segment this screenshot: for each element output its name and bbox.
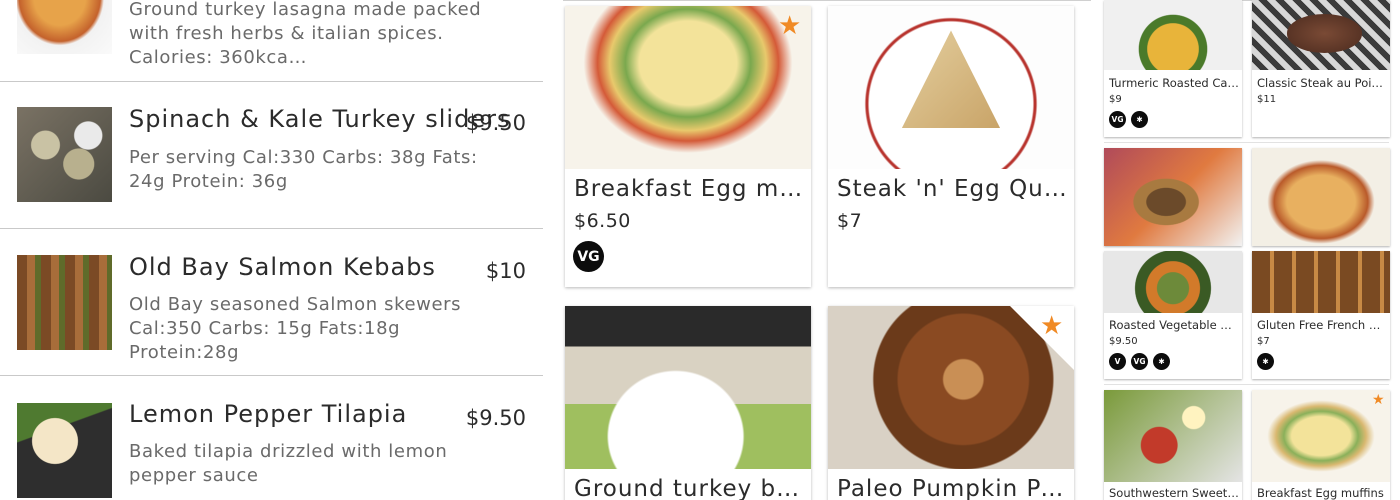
item-title: Old Bay Salmon Kebabs — [129, 253, 436, 281]
card-price: $6.50 — [574, 210, 631, 232]
vg-badge-icon: VG — [1131, 353, 1148, 370]
star-icon: ★ — [778, 11, 802, 41]
grid-card-title: Breakfast Egg muffins — [1257, 486, 1384, 500]
grid-card-title: Classic Steak au Poiv… — [1257, 76, 1387, 90]
item-title: Lemon Pepper Tilapia — [129, 400, 408, 428]
veggie-burger-photo — [1104, 148, 1242, 246]
egg-muffins-photo — [565, 6, 811, 169]
product-card[interactable]: ★ Breakfast Egg muffins $6.50 VG — [565, 6, 811, 287]
grid-card[interactable] — [1252, 148, 1390, 246]
star-icon: ★ — [1040, 311, 1064, 341]
gluten-free-icon: ✱ — [1257, 353, 1274, 370]
lasagna-photo — [17, 0, 112, 54]
list-item[interactable]: Old Bay Salmon Kebabs $10 Old Bay season… — [0, 229, 543, 375]
lasagna-photo — [1252, 148, 1390, 246]
grid-card-price: $7 — [1257, 336, 1270, 347]
quesadilla-photo — [828, 6, 1074, 169]
product-card[interactable]: Ground turkey breakf… — [565, 306, 811, 500]
list-item[interactable]: Lemon Pepper Tilapia $9.50 Baked tilapia… — [0, 376, 543, 500]
tilapia-photo — [17, 403, 112, 498]
product-card[interactable]: ★ Paleo Pumpkin Panc… — [828, 306, 1074, 500]
salmon-kebabs-photo — [17, 255, 112, 350]
grid-card[interactable]: Classic Steak au Poiv… $11 — [1252, 0, 1390, 137]
section-top-border — [563, 0, 1091, 1]
gluten-free-icon: ✱ — [1131, 111, 1148, 128]
roasted-vegetable-bowl-photo — [1104, 251, 1242, 313]
grid-card-price: $9.50 — [1109, 336, 1138, 347]
row-divider — [1104, 142, 1389, 143]
grid-card-title: Roasted Vegetable B… — [1109, 318, 1239, 332]
grid-card[interactable]: Roasted Vegetable B… $9.50 V VG ✱ — [1104, 251, 1242, 379]
card-title: Breakfast Egg muffins — [574, 176, 804, 202]
egg-muffins-photo — [1252, 390, 1390, 482]
list-item[interactable]: Ground turkey lasagna made packed with f… — [0, 0, 543, 81]
grid-card-title: Turmeric Roasted Ca… — [1109, 76, 1239, 90]
item-description: Ground turkey lasagna made packed with f… — [129, 0, 482, 68]
grid-card[interactable] — [1104, 148, 1242, 246]
list-item[interactable]: Spinach & Kale Turkey sliders $9.50 Per … — [0, 82, 543, 228]
grid-card[interactable]: ★ Breakfast Egg muffins — [1252, 390, 1390, 500]
turmeric-cauliflower-photo — [1104, 0, 1242, 70]
row-divider — [1104, 384, 1389, 385]
card-title: Ground turkey breakf… — [574, 476, 804, 500]
grid-card[interactable]: Gluten Free French T… $7 ✱ — [1252, 251, 1390, 379]
french-toast-photo — [1252, 251, 1390, 313]
turkey-sliders-photo — [17, 107, 112, 202]
southwestern-sweet-photo — [1104, 390, 1242, 482]
star-icon: ★ — [1372, 392, 1385, 408]
item-price: $10 — [485, 259, 526, 283]
item-description: Per serving Cal:330 Carbs: 38g Fats: 24g… — [129, 147, 478, 192]
item-price: $9.50 — [465, 406, 526, 430]
card-title: Steak 'n' Egg Quesadi… — [837, 176, 1067, 202]
product-card[interactable]: Steak 'n' Egg Quesadi… $7 — [828, 6, 1074, 287]
grid-card[interactable]: Turmeric Roasted Ca… $9 VG ✱ — [1104, 0, 1242, 137]
card-title: Paleo Pumpkin Panc… — [837, 476, 1067, 500]
grid-card-title: Gluten Free French T… — [1257, 318, 1387, 332]
item-description: Old Bay seasoned Salmon skewers Cal:350 … — [129, 294, 462, 363]
grid-card-price: $9 — [1109, 94, 1122, 105]
grid-card-price: $11 — [1257, 94, 1277, 105]
v-badge-icon: V — [1109, 353, 1126, 370]
card-price: $7 — [837, 210, 863, 232]
steak-au-poivre-photo — [1252, 0, 1390, 70]
vg-badge-icon: VG — [573, 241, 604, 272]
item-title: Spinach & Kale Turkey sliders — [129, 105, 511, 133]
turkey-breakfast-photo — [565, 306, 811, 469]
item-price: $9.50 — [465, 111, 526, 135]
gluten-free-icon: ✱ — [1153, 353, 1170, 370]
grid-card[interactable]: Southwestern Sweet … — [1104, 390, 1242, 500]
item-description: Baked tilapia drizzled with lemon pepper… — [129, 441, 448, 486]
grid-card-title: Southwestern Sweet … — [1109, 486, 1239, 500]
vg-badge-icon: VG — [1109, 111, 1126, 128]
